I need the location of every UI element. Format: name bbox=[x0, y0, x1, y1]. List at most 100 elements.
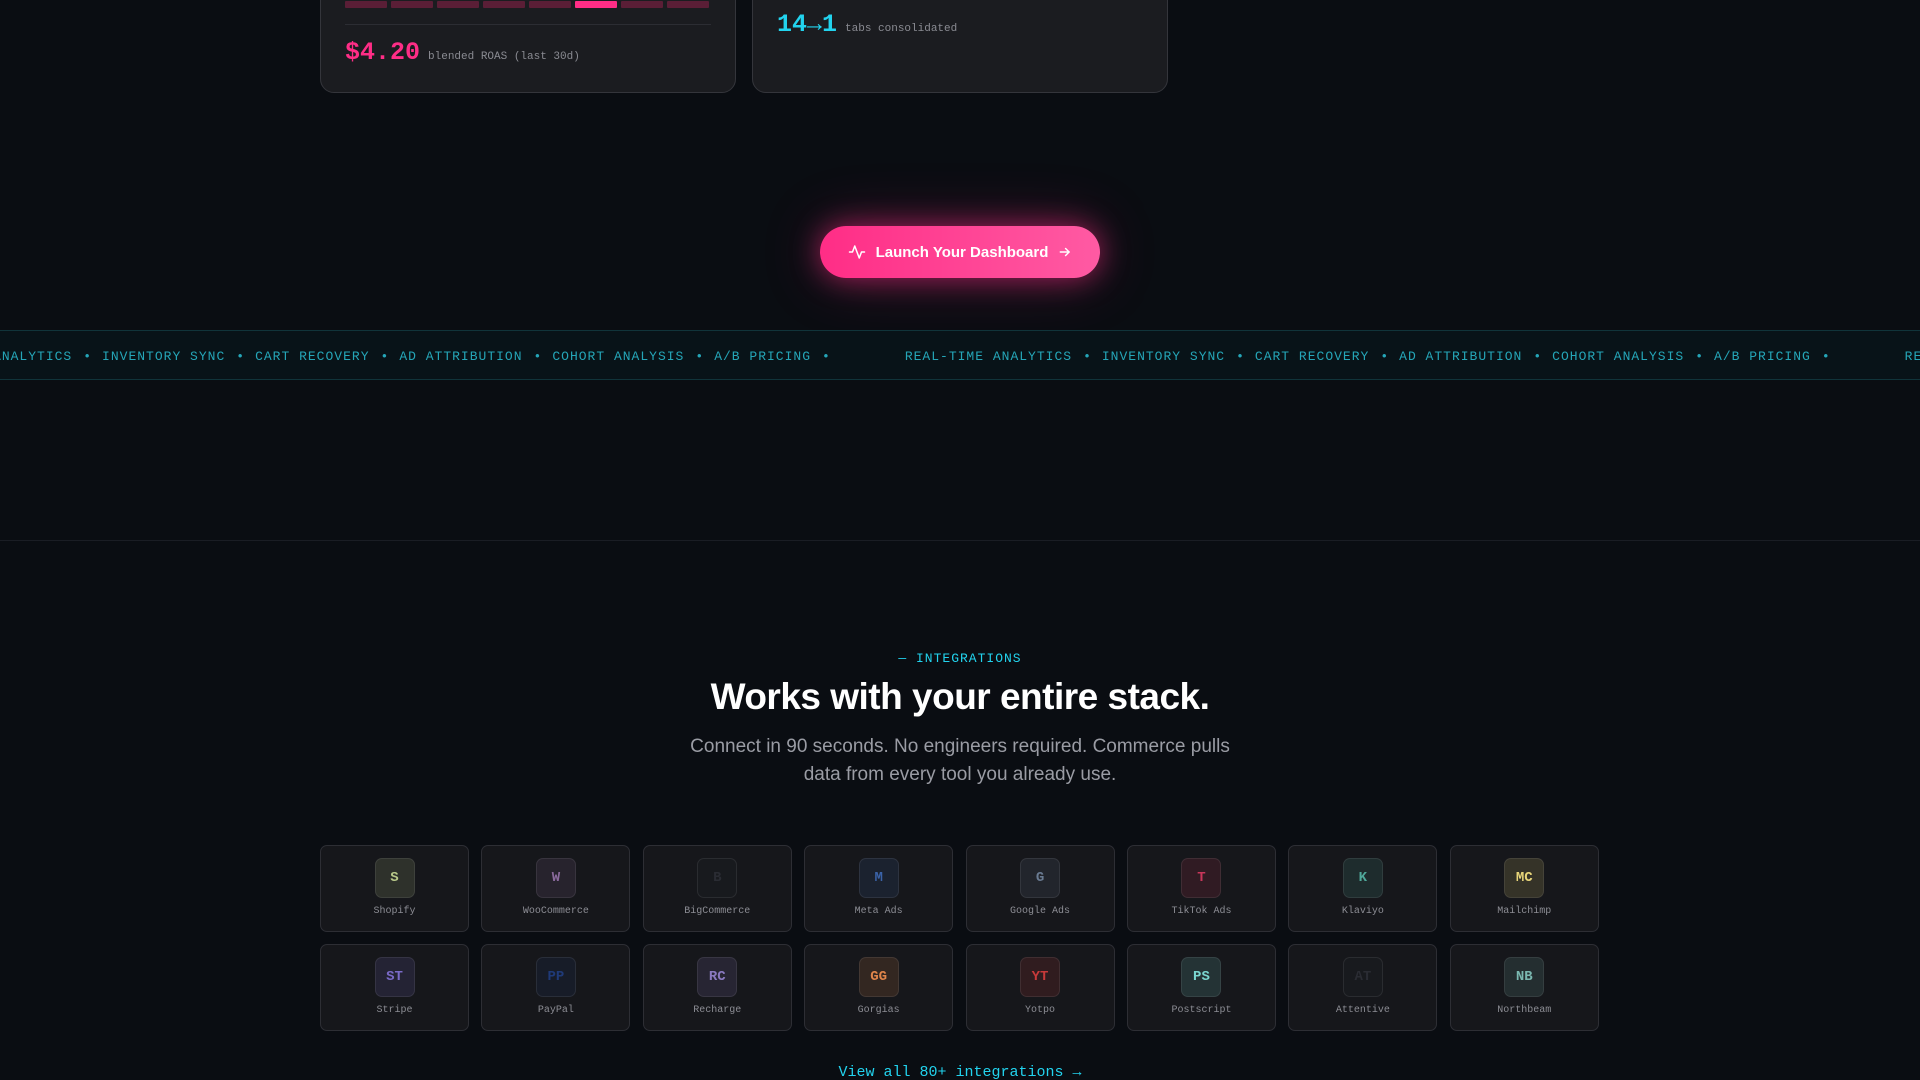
feature-ticker: REAL-TIME ANALYTICS • INVENTORY SYNC • CART … bbox=[0, 330, 1920, 380]
ticker-separator: • bbox=[83, 348, 92, 364]
integration-name: Klaviyo bbox=[1341, 906, 1384, 917]
ticker-group: REAL-TIME ANALYTICS • INVENTORY SYNC • CART … bbox=[0, 349, 905, 364]
ticker-group: REAL-TIME ANALYTICS • INVENTORY SYNC • CART … bbox=[905, 349, 1905, 364]
ticker-item: A/B PRICING bbox=[1714, 348, 1811, 364]
integrations-grid: S Shopify W WooCommerce B BigCommerce M Meta Ad… bbox=[320, 845, 1600, 1031]
ticker-separator: • bbox=[533, 348, 542, 364]
integration-tile-google-ads[interactable]: G Google Ads bbox=[965, 845, 1115, 932]
roas-bar bbox=[483, 1, 525, 8]
integration-name: Attentive bbox=[1335, 1005, 1390, 1016]
ticker-separator: • bbox=[1380, 348, 1389, 364]
integration-tile-recharge[interactable]: RC Recharge bbox=[642, 944, 792, 1031]
roas-bar-chart bbox=[345, 1, 709, 8]
integration-logo-badge: NB bbox=[1504, 957, 1545, 997]
roas-card: $4.20 blended ROAS (last 30d) bbox=[320, 0, 736, 93]
ticker-item: INVENTORY SYNC bbox=[1101, 348, 1226, 364]
integration-logo-badge: AT bbox=[1342, 957, 1383, 997]
ticker-item: AD ATTRIBUTION bbox=[399, 348, 523, 364]
ticker-track: REAL-TIME ANALYTICS • INVENTORY SYNC • CART … bbox=[0, 331, 1920, 379]
integration-logo-badge: RC bbox=[697, 957, 738, 997]
ticker-item: CART RECOVERY bbox=[255, 348, 370, 364]
section-divider bbox=[0, 540, 1920, 541]
ticker-separator: • bbox=[380, 348, 389, 364]
integration-logo-badge: PP bbox=[535, 957, 576, 997]
integration-tile-yotpo[interactable]: YT Yotpo bbox=[965, 944, 1115, 1031]
ticker-item: CART RECOVERY bbox=[1254, 348, 1370, 364]
integration-tile-gorgias[interactable]: GG Gorgias bbox=[804, 944, 954, 1031]
integration-name: Postscript bbox=[1171, 1005, 1232, 1016]
integration-tile-stripe[interactable]: ST Stripe bbox=[320, 944, 469, 1031]
launch-dashboard-button[interactable]: Launch Your Dashboard bbox=[820, 226, 1100, 278]
integration-logo-badge: MC bbox=[1504, 858, 1545, 898]
ticker-item: INVENTORY SYNC bbox=[102, 348, 226, 364]
roas-stat: $4.20 blended ROAS (last 30d) bbox=[345, 38, 580, 67]
ticker-group: REAL-TIME ANALYTICS•INVENTORY SYNC•CART … bbox=[1905, 349, 1920, 364]
integration-name: Mailchimp bbox=[1497, 906, 1552, 917]
ticker-item: REAL-TIME ANALYTICS bbox=[904, 348, 1073, 364]
integrations-subhead: Connect in 90 seconds. No engineers requ… bbox=[690, 736, 1230, 785]
tabs-stat: 14→1 tabs consolidated bbox=[777, 10, 957, 39]
integration-tile-woocommerce[interactable]: W WooCommerce bbox=[481, 845, 631, 932]
integration-logo-badge: PS bbox=[1181, 957, 1222, 997]
view-all-integrations-link[interactable]: View all 80+ integrations → bbox=[0, 1064, 1920, 1080]
arrow-right-icon bbox=[1058, 245, 1072, 259]
integration-name: WooCommerce bbox=[522, 906, 589, 917]
roas-value: $4.20 bbox=[345, 38, 421, 67]
integration-logo-badge: YT bbox=[1020, 957, 1061, 997]
ticker-separator: • bbox=[236, 348, 245, 364]
roas-label: blended ROAS (last 30d) bbox=[428, 51, 580, 63]
integration-tile-attentive[interactable]: AT Attentive bbox=[1288, 944, 1438, 1031]
roas-bar bbox=[437, 1, 479, 8]
integration-tile-klaviyo[interactable]: K Klaviyo bbox=[1288, 845, 1438, 932]
integration-name: Recharge bbox=[693, 1005, 742, 1016]
integration-logo-badge: K bbox=[1342, 858, 1383, 898]
ticker-item: A/B PRICING bbox=[714, 348, 812, 364]
activity-pulse-icon bbox=[848, 243, 866, 261]
integration-tile-shopify[interactable]: S Shopify bbox=[320, 845, 469, 932]
integration-logo-badge: B bbox=[697, 858, 738, 898]
integration-tile-tiktok-ads[interactable]: T TikTok Ads bbox=[1126, 845, 1276, 932]
roas-bar bbox=[621, 1, 663, 8]
integration-tile-meta-ads[interactable]: M Meta Ads bbox=[804, 845, 954, 932]
integration-name: BigCommerce bbox=[684, 906, 751, 917]
launch-dashboard-label: Launch Your Dashboard bbox=[875, 243, 1049, 261]
ticker-separator: • bbox=[695, 348, 704, 364]
ticker-separator: • bbox=[1236, 348, 1244, 364]
integration-tile-bigcommerce[interactable]: B BigCommerce bbox=[642, 845, 792, 932]
integrations-eyebrow: — INTEGRATIONS bbox=[898, 651, 1022, 666]
ticker-separator: • bbox=[1821, 348, 1830, 364]
ticker-item: REAL-TIME ANALYTICS bbox=[0, 348, 73, 364]
ticker-separator: • bbox=[822, 348, 830, 364]
roas-bar bbox=[391, 1, 433, 8]
integration-logo-badge: W bbox=[535, 858, 576, 898]
integration-logo-badge: G bbox=[1020, 858, 1061, 898]
integration-tile-postscript[interactable]: PS Postscript bbox=[1126, 944, 1276, 1031]
integration-tile-paypal[interactable]: PP PayPal bbox=[481, 944, 631, 1031]
integration-name: PayPal bbox=[537, 1005, 574, 1016]
roas-bar bbox=[529, 1, 571, 8]
integration-logo-badge: M bbox=[858, 858, 899, 898]
integration-tile-northbeam[interactable]: NB Northbeam bbox=[1449, 944, 1599, 1031]
integration-name: Gorgias bbox=[857, 1005, 900, 1016]
integration-logo-badge: ST bbox=[374, 957, 415, 997]
integration-name: Meta Ads bbox=[854, 906, 903, 917]
integration-name: Stripe bbox=[376, 1005, 413, 1016]
card-divider bbox=[345, 24, 711, 25]
integration-name: Yotpo bbox=[1025, 1005, 1056, 1016]
integration-name: Northbeam bbox=[1497, 1005, 1552, 1016]
integration-name: Shopify bbox=[373, 906, 416, 917]
tabs-label: tabs consolidated bbox=[845, 23, 958, 35]
integration-logo-badge: T bbox=[1181, 858, 1222, 898]
integration-name: TikTok Ads bbox=[1171, 906, 1232, 917]
tabs-card: 14→1 tabs consolidated bbox=[752, 0, 1168, 93]
ticker-item: COHORT ANALYSIS bbox=[1552, 348, 1685, 364]
roas-bar bbox=[667, 1, 709, 8]
integration-logo-badge: GG bbox=[858, 957, 899, 997]
roas-bar bbox=[575, 1, 617, 8]
integrations-heading: Works with your entire stack. bbox=[710, 676, 1210, 717]
integration-tile-mailchimp[interactable]: MC Mailchimp bbox=[1449, 845, 1599, 932]
ticker-separator: • bbox=[1083, 348, 1091, 364]
ticker-separator: • bbox=[1695, 348, 1704, 364]
ticker-item: COHORT ANALYSIS bbox=[552, 348, 685, 364]
ticker-separator: • bbox=[1533, 348, 1542, 364]
